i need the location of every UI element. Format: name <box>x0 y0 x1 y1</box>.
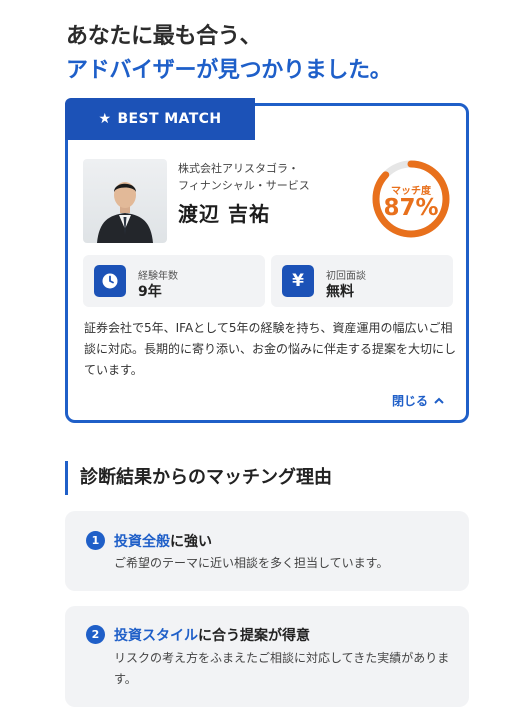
reason-highlight: 投資全般 <box>114 534 170 550</box>
stat-value: 9年 <box>138 284 162 300</box>
headline-line1: あなたに最も合う、 <box>66 24 262 49</box>
reason-body: ご希望のテーマに近い相談を多く担当しています。 <box>114 556 389 570</box>
advisor-name: 渡辺 吉祐 <box>178 202 270 226</box>
reason-item: 2 投資スタイルに合う提案が得意 リスクの考え方をふまえたご相談に対応してきた実… <box>65 606 469 707</box>
close-button[interactable]: 閉じる <box>392 392 444 409</box>
advisor-card: ★ BEST MATCH 株式会社アリスタゴラ・ フィナンシャル・サービス 渡辺… <box>65 98 469 423</box>
match-gauge: マッチ度 87% <box>371 159 451 239</box>
reason-title: 投資スタイルに合う提案が得意 <box>114 625 310 645</box>
reason-item: 1 投資全般に強い ご希望のテーマに近い相談を多く担当しています。 <box>65 511 469 591</box>
best-match-badge: ★ BEST MATCH <box>65 98 255 140</box>
reason-number: 1 <box>86 531 105 550</box>
company-line1: 株式会社アリスタゴラ・ <box>178 162 299 175</box>
advisor-description: 証券会社で5年、IFAとして5年の経験を持ち、資産運用の幅広いご相談に対応。長期… <box>84 321 457 377</box>
reason-highlight: 投資スタイル <box>114 628 198 644</box>
chevron-up-icon <box>434 397 444 404</box>
close-label: 閉じる <box>391 394 428 408</box>
stat-experience: 経験年数 9年 <box>83 255 265 307</box>
reason-title-rest: に強い <box>170 534 212 550</box>
match-value: 87% <box>383 195 439 221</box>
headline-line2: アドバイザーが見つかりました。 <box>66 58 392 83</box>
stat-first-meeting: ¥ 初回面談 無料 <box>271 255 453 307</box>
company-line2: フィナンシャル・サービス <box>178 179 310 192</box>
reason-number: 2 <box>86 625 105 644</box>
stat-label: 初回面談 <box>326 271 366 282</box>
reason-title-rest: に合う提案が得意 <box>198 628 310 644</box>
reason-body: リスクの考え方をふまえたご相談に対応してきた実績があります。 <box>114 651 450 686</box>
clock-icon <box>94 265 126 297</box>
section-title: 診断結果からのマッチング理由 <box>65 461 332 495</box>
company-name: 株式会社アリスタゴラ・ フィナンシャル・サービス <box>178 160 310 194</box>
best-match-label: BEST MATCH <box>117 111 222 127</box>
yen-icon: ¥ <box>282 265 314 297</box>
reason-title: 投資全般に強い <box>114 531 212 551</box>
stat-label: 経験年数 <box>138 271 178 282</box>
stat-value: 無料 <box>326 284 354 300</box>
result-headline: あなたに最も合う、 アドバイザーが見つかりました。 <box>66 20 392 88</box>
advisor-photo <box>83 159 167 243</box>
star-icon: ★ <box>98 111 112 127</box>
